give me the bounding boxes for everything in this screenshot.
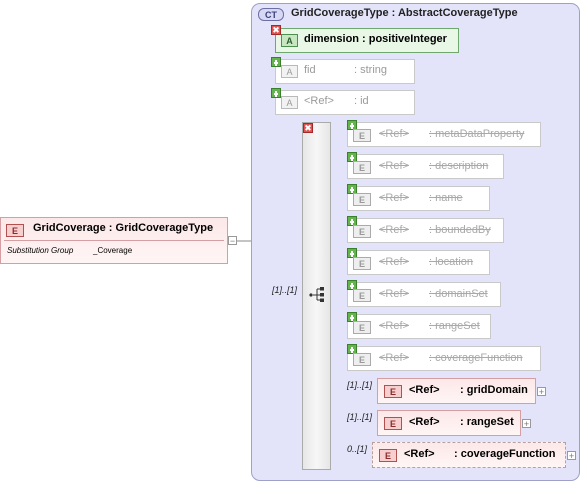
remove-icon[interactable]: ✖ [303, 123, 313, 133]
expand-icon[interactable]: + [522, 419, 531, 429]
element-ref: <Ref> [379, 288, 409, 300]
attribute-name: fid [304, 64, 316, 76]
substitution-group-value: _Coverage [93, 246, 133, 255]
element-badge: E [353, 161, 371, 174]
element-badge: E [353, 225, 371, 238]
element-name: : coverageFunction [429, 352, 523, 364]
element-badge: E [6, 224, 24, 237]
attribute-name: <Ref> [304, 95, 334, 107]
element-name: : coverageFunction [454, 448, 556, 460]
add-icon[interactable] [271, 57, 281, 67]
element-name: : metaDataProperty [429, 128, 525, 140]
element-ref: <Ref> [379, 128, 409, 140]
expand-icon[interactable]: + [567, 451, 576, 461]
element-badge: E [353, 289, 371, 302]
complex-type-badge: CT [258, 8, 284, 21]
divider [4, 240, 224, 241]
substitution-group-label: Substitution Group [7, 246, 74, 255]
attribute-badge: A [281, 65, 298, 78]
element-ref: <Ref> [409, 384, 440, 396]
element-badge: E [353, 321, 371, 334]
element-name: : domainSet [429, 288, 488, 300]
element-badge: E [384, 417, 402, 430]
attribute-badge: A [281, 34, 298, 47]
element-badge: E [384, 385, 402, 398]
element-ref: <Ref> [409, 416, 440, 428]
element-name: : rangeSet [460, 416, 514, 428]
element-name: : boundedBy [429, 224, 491, 236]
element-badge: E [353, 353, 371, 366]
element-occurrence: 0..[1] [347, 444, 368, 454]
element-name: : location [429, 256, 474, 268]
sequence-occurrence: [1]..[1] [272, 285, 298, 295]
element-name: : gridDomain [460, 384, 528, 396]
element-badge: E [379, 449, 397, 462]
element-ref: <Ref> [379, 224, 409, 236]
element-ref: <Ref> [379, 352, 409, 364]
element-badge: E [353, 129, 371, 142]
element-occurrence: [1]..[1] [347, 412, 373, 422]
element-ref: <Ref> [379, 256, 409, 268]
remove-icon[interactable]: ✖ [271, 25, 281, 35]
element-name: : description [429, 160, 489, 172]
collapse-icon[interactable]: − [228, 236, 237, 246]
attribute-name: dimension [304, 33, 360, 45]
element-ref: <Ref> [379, 320, 409, 332]
complex-type-title: GridCoverageType : AbstractCoverageType [291, 7, 518, 19]
element-badge: E [353, 193, 371, 206]
element-ref: <Ref> [404, 448, 435, 460]
expand-icon[interactable]: + [537, 387, 546, 397]
element-ref: <Ref> [379, 192, 409, 204]
element-badge: E [353, 257, 371, 270]
element-name: : name [429, 192, 463, 204]
root-element-title: GridCoverage : GridCoverageType [33, 222, 214, 234]
add-icon[interactable] [271, 88, 281, 98]
attribute-type: : string [354, 64, 388, 76]
element-name: : rangeSet [429, 320, 480, 332]
attribute-type: : positiveInteger [362, 33, 447, 45]
attribute-badge: A [281, 96, 298, 109]
attribute-type: : id [354, 95, 369, 107]
element-ref: <Ref> [379, 160, 409, 172]
sequence-icon [309, 287, 324, 302]
element-occurrence: [1]..[1] [347, 380, 373, 390]
